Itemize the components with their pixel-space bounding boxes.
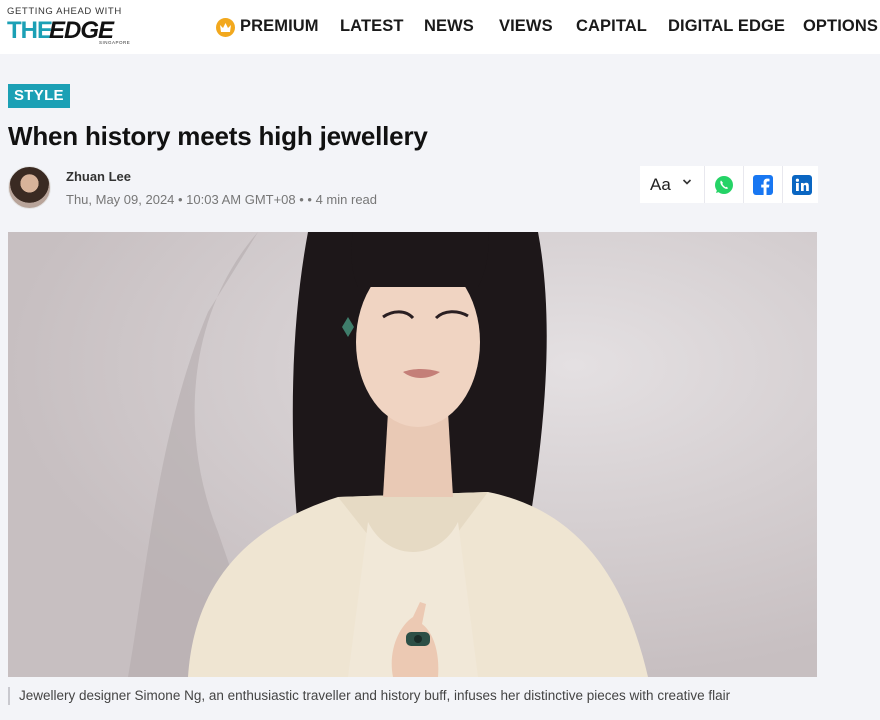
- logo-region: SINGAPORE: [99, 40, 131, 45]
- portrait-illustration: [8, 232, 817, 677]
- font-size-button[interactable]: Aa: [640, 166, 703, 203]
- facebook-share-button[interactable]: [743, 166, 781, 203]
- whatsapp-icon: [715, 176, 733, 194]
- nav-item-views[interactable]: VIEWS: [499, 17, 553, 36]
- logo-word-the: THE: [7, 17, 53, 44]
- caption-divider: [8, 687, 10, 705]
- nav-item-options[interactable]: OPTIONS: [803, 17, 878, 36]
- article-meta: Thu, May 09, 2024 • 10:03 AM GMT+08 • • …: [66, 192, 378, 207]
- nav-item-news[interactable]: NEWS: [424, 17, 474, 36]
- whatsapp-share-button[interactable]: [704, 166, 742, 203]
- author-name[interactable]: Zhuan Lee: [66, 169, 131, 184]
- logo-tagline: GETTING AHEAD WITH: [7, 6, 122, 17]
- hero-image: [8, 232, 817, 677]
- crown-icon: [216, 18, 235, 37]
- linkedin-share-button[interactable]: [782, 166, 818, 203]
- site-header: GETTING AHEAD WITH THE EDGE SINGAPORE PR…: [0, 0, 880, 54]
- main-nav: PREMIUM LATEST NEWS VIEWS CAPITAL DIGITA…: [216, 17, 880, 39]
- image-caption: Jewellery designer Simone Ng, an enthusi…: [19, 688, 731, 703]
- nav-item-capital[interactable]: CAPITAL: [576, 17, 647, 36]
- author-avatar[interactable]: [8, 166, 51, 209]
- site-logo[interactable]: GETTING AHEAD WITH THE EDGE SINGAPORE: [7, 6, 137, 48]
- font-size-label: Aa: [650, 175, 671, 194]
- article-tools: Aa: [640, 166, 818, 203]
- chevron-down-icon: [682, 179, 692, 185]
- nav-label-premium: PREMIUM: [240, 17, 319, 35]
- article-title: When history meets high jewellery: [8, 121, 428, 151]
- facebook-icon: [753, 175, 773, 195]
- linkedin-icon: [792, 175, 812, 195]
- nav-item-latest[interactable]: LATEST: [340, 17, 404, 36]
- nav-item-digital-edge[interactable]: DIGITAL EDGE: [668, 17, 785, 36]
- category-tag[interactable]: STYLE: [8, 84, 70, 108]
